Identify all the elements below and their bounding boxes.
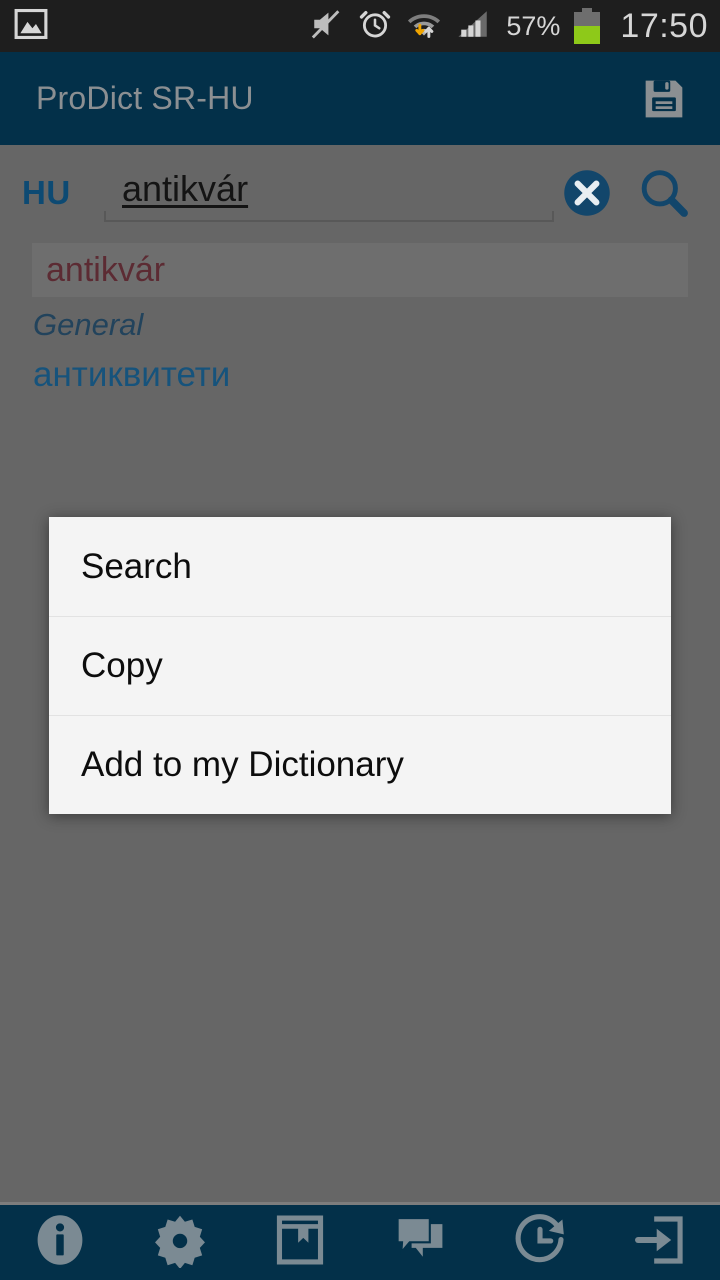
mute-icon <box>310 7 344 46</box>
search-bar: HU antikvár <box>0 145 720 240</box>
page-title: ProDict SR-HU <box>36 80 254 116</box>
nav-button-chat[interactable] <box>360 1204 480 1280</box>
result-translation[interactable]: антиквитети <box>33 355 720 395</box>
history-icon <box>512 1212 568 1273</box>
wifi-transfer-icon <box>406 7 442 46</box>
menu-item-label: Search <box>81 546 192 586</box>
results-list: antikvár General антиквитети <box>0 243 720 395</box>
menu-item-search[interactable]: Search <box>49 517 671 616</box>
search-input-value: antikvár <box>122 167 249 209</box>
search-icon[interactable] <box>634 163 694 223</box>
search-input[interactable]: antikvár <box>104 154 554 232</box>
result-headword-row[interactable]: antikvár <box>32 243 688 297</box>
bottom-navigation-bar <box>0 1202 720 1280</box>
menu-item-add-to-my-dictionary[interactable]: Add to my Dictionary <box>49 715 671 814</box>
context-menu-dialog: Search Copy Add to my Dictionary <box>49 517 671 814</box>
nav-button-my-dictionary[interactable] <box>240 1204 360 1280</box>
list-item[interactable]: antikvár General антиквитети <box>0 243 720 395</box>
battery-icon <box>574 8 601 44</box>
nav-button-settings[interactable] <box>120 1204 240 1280</box>
menu-item-copy[interactable]: Copy <box>49 616 671 715</box>
image-icon <box>14 7 48 46</box>
status-bar-icons: 57% 17:50 <box>310 7 708 46</box>
app-screen: 57% 17:50 ProDict SR-HU HU antikvár anti… <box>0 0 720 1280</box>
status-time: 17:50 <box>620 7 708 45</box>
nav-button-exit[interactable] <box>600 1204 720 1280</box>
status-bar: 57% 17:50 <box>0 0 720 52</box>
clear-circle-icon[interactable] <box>558 164 616 222</box>
search-field-underline <box>104 210 554 222</box>
exit-icon <box>632 1212 688 1273</box>
signal-icon <box>456 7 492 46</box>
nav-button-history[interactable] <box>480 1204 600 1280</box>
result-category: General <box>33 307 144 342</box>
result-headword: antikvár <box>46 250 166 289</box>
nav-button-info[interactable] <box>0 1204 120 1280</box>
chat-bubbles-icon <box>392 1212 448 1273</box>
menu-item-label: Copy <box>81 646 163 685</box>
battery-percent-label: 57% <box>506 10 561 41</box>
book-bookmark-icon <box>272 1212 328 1273</box>
menu-item-label: Add to my Dictionary <box>81 745 404 784</box>
settings-gear-icon <box>152 1212 208 1273</box>
alarm-icon <box>358 7 392 46</box>
status-bar-notifications <box>14 7 48 46</box>
save-icon[interactable] <box>636 71 692 127</box>
info-icon <box>32 1212 88 1273</box>
app-title-bar: ProDict SR-HU <box>0 52 720 145</box>
language-label[interactable]: HU <box>22 174 92 212</box>
